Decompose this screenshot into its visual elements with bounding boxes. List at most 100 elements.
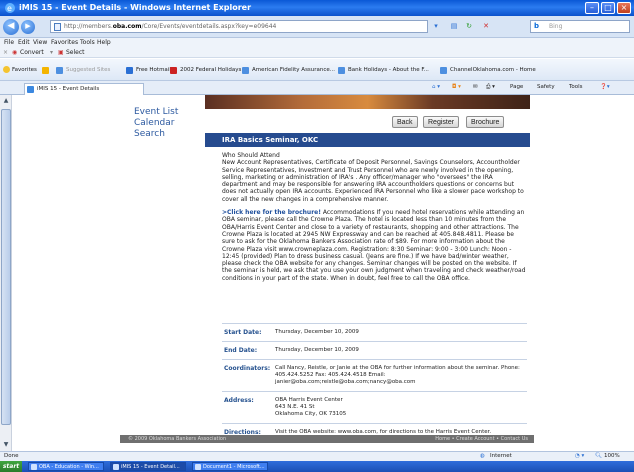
safety-menu[interactable]: Safety <box>537 84 555 90</box>
convert-dropdown-icon[interactable]: ▾ <box>50 49 53 56</box>
coordinators-label: Coordinators: <box>224 365 271 372</box>
tab-event-details[interactable]: iMIS 15 - Event Details <box>24 83 144 95</box>
fav-channel-oklahoma[interactable]: ChannelOklahoma.com - Home <box>450 67 536 73</box>
detail-row: End Date: Thursday, December 10, 2009 <box>222 341 527 359</box>
header-photo <box>205 95 530 109</box>
detail-row: Address: OBA Harris Event Center 643 N.E… <box>222 391 527 423</box>
address-toolbar: ◀ ▶ http://members.oba.com/Core/Events/e… <box>0 16 634 38</box>
task-oba-education[interactable]: OBA - Education - Win... <box>28 462 104 471</box>
who-text: New Account Representatives, Certificate… <box>222 159 524 203</box>
register-button[interactable]: Register <box>423 116 460 128</box>
brochure-button[interactable]: Brochure <box>466 116 505 128</box>
select-icon: ▣ <box>58 49 64 56</box>
page-menu[interactable]: Page <box>510 84 523 90</box>
minimize-button[interactable]: – <box>585 2 599 14</box>
tab-page-icon <box>27 86 34 93</box>
status-text: Done <box>4 453 19 459</box>
maximize-button[interactable]: □ <box>601 2 615 14</box>
holidays-icon <box>170 67 177 74</box>
search-input[interactable]: b Bing <box>530 20 630 33</box>
convert-icon: ◉ <box>12 49 18 56</box>
end-date-label: End Date: <box>224 347 258 354</box>
start-button[interactable]: start <box>0 461 22 472</box>
page-icon <box>440 67 447 74</box>
protected-mode-icon[interactable]: ◔ ▾ <box>575 453 584 459</box>
nav-event-list[interactable]: Event List <box>134 107 178 118</box>
end-date-value: Thursday, December 10, 2009 <box>275 347 359 353</box>
status-bar: Done ◍ Internet ◔ ▾ 🔍︎ 100% <box>0 451 634 461</box>
compat-icon[interactable]: ▤ <box>448 20 460 33</box>
address-value: OBA Harris Event Center 643 N.E. 41 St O… <box>275 397 347 417</box>
print-icon[interactable]: ⎙ ▾ <box>486 84 495 91</box>
compat-view-icon[interactable]: ▾ <box>430 20 442 33</box>
task-imis-event[interactable]: iMIS 15 - Event Detail... <box>110 462 186 471</box>
footer-links[interactable]: Home • Create Account • Contact Us <box>435 436 528 442</box>
zoom-level[interactable]: 100% <box>604 453 620 459</box>
add-favorites-icon[interactable] <box>42 67 49 74</box>
nav-search[interactable]: Search <box>134 129 178 140</box>
fav-federal-holidays[interactable]: 2002 Federal Holidays <box>180 67 241 73</box>
taskbar: start OBA - Education - Win... iMIS 15 -… <box>0 461 634 472</box>
scroll-down-icon[interactable]: ▼ <box>2 441 10 449</box>
nav-calendar[interactable]: Calendar <box>134 118 178 129</box>
back-button[interactable]: Back <box>392 116 418 128</box>
back-nav-button[interactable]: ◀ <box>3 19 19 35</box>
page-icon <box>338 67 345 74</box>
zoom-icon: 🔍︎ <box>595 453 602 459</box>
refresh-icon[interactable]: ↻ <box>463 20 475 33</box>
page-icon <box>54 23 61 31</box>
pdf-toolbar: × ◉ Convert ▾ ▣ Select <box>0 48 634 58</box>
menu-help[interactable]: Help <box>97 39 111 46</box>
stop-icon[interactable]: ✕ <box>480 20 492 33</box>
menu-edit[interactable]: Edit <box>18 39 30 46</box>
accommodations-text: Accommodations If you need hotel reserva… <box>222 209 526 282</box>
globe-icon: ◍ <box>480 453 485 459</box>
start-date-value: Thursday, December 10, 2009 <box>275 329 359 335</box>
fav-bank-holidays[interactable]: Bank Holidays - About the F... <box>348 67 429 73</box>
start-date-label: Start Date: <box>224 329 262 336</box>
forward-nav-button[interactable]: ▶ <box>21 20 35 34</box>
tab-label: iMIS 15 - Event Details <box>37 86 100 92</box>
home-icon[interactable]: ⌂ ▾ <box>432 84 440 90</box>
menu-view[interactable]: View <box>33 39 47 46</box>
close-toolbar-icon[interactable]: × <box>3 49 8 56</box>
help-icon[interactable]: ❓▾ <box>600 84 610 90</box>
coordinators-value: Call Nancy, Reistle, or Janie at the OBA… <box>275 365 520 385</box>
scroll-up-icon[interactable]: ▲ <box>2 97 10 105</box>
mail-icon[interactable]: ✉ <box>473 84 478 90</box>
url-text: http://members.oba.com/Core/Events/event… <box>64 23 277 30</box>
event-nav: Event List Calendar Search <box>134 107 178 140</box>
zone-text: Internet <box>490 453 512 459</box>
convert-button[interactable]: Convert <box>20 49 44 56</box>
brochure-link[interactable]: >Click here for the brochure! <box>222 209 321 216</box>
tab-row: iMIS 15 - Event Details ⌂ ▾ ◘ ▾ ✉ ⎙ ▾ Pa… <box>0 81 634 95</box>
tools-menu[interactable]: Tools <box>569 84 583 90</box>
favorites-button[interactable]: Favorites <box>12 67 37 73</box>
event-details-table: Start Date: Thursday, December 10, 2009 … <box>222 323 527 441</box>
copyright-text: © 2009 Oklahoma Bankers Association <box>128 436 227 442</box>
window-title: iMIS 15 - Event Details - Windows Intern… <box>19 3 252 12</box>
menu-file[interactable]: File <box>4 39 14 46</box>
detail-row: Start Date: Thursday, December 10, 2009 <box>222 323 527 341</box>
search-placeholder: Bing <box>549 23 563 30</box>
vertical-scrollbar[interactable]: ▲ ▼ <box>0 95 12 451</box>
fav-suggested-sites[interactable]: Suggested Sites <box>66 67 110 73</box>
word-icon <box>195 464 201 470</box>
task-word-document[interactable]: Document1 - Microsoft... <box>192 462 268 471</box>
page-footer: © 2009 Oklahoma Bankers Association Home… <box>120 435 534 443</box>
suggested-sites-icon <box>56 67 63 74</box>
menu-favorites[interactable]: Favorites <box>51 39 78 46</box>
feeds-icon[interactable]: ◘ ▾ <box>452 84 461 90</box>
address-label: Address: <box>224 397 254 404</box>
fav-american-fidelity[interactable]: American Fidelity Assurance... <box>252 67 335 73</box>
favorites-bar: Favorites Suggested Sites Free Hotmail 2… <box>0 59 634 81</box>
menu-tools[interactable]: Tools <box>80 39 95 46</box>
detail-row: Coordinators: Call Nancy, Reistle, or Ja… <box>222 359 527 391</box>
fav-free-hotmail[interactable]: Free Hotmail <box>136 67 171 73</box>
ie-icon <box>31 464 37 470</box>
close-button[interactable]: × <box>617 2 631 14</box>
select-button[interactable]: Select <box>66 49 85 56</box>
bing-icon: b <box>534 22 540 30</box>
scroll-thumb[interactable] <box>1 109 11 425</box>
address-bar[interactable]: http://members.oba.com/Core/Events/event… <box>50 20 428 33</box>
